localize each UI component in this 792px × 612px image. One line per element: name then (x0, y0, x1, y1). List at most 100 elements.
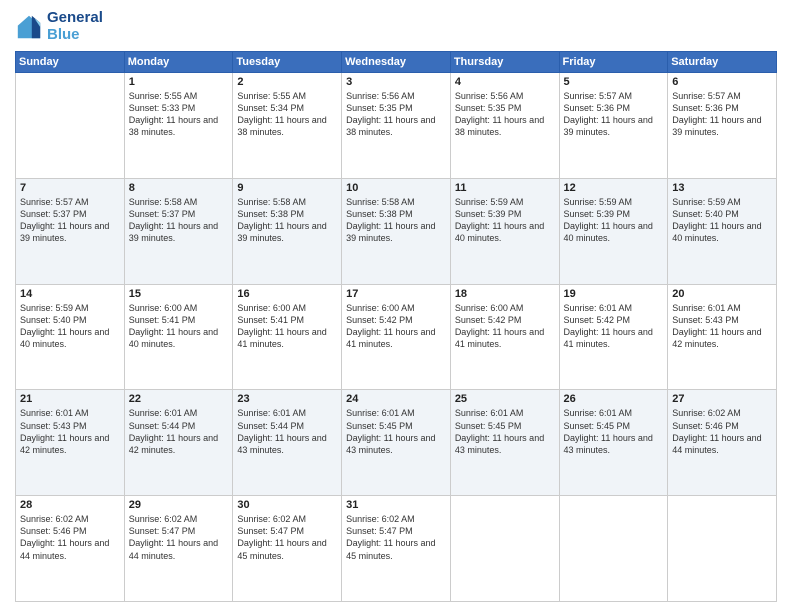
calendar-cell: 10 Sunrise: 5:58 AM Sunset: 5:38 PM Dayl… (342, 178, 451, 284)
calendar-cell: 8 Sunrise: 5:58 AM Sunset: 5:37 PM Dayli… (124, 178, 233, 284)
daylight-text: Daylight: 11 hours and 38 minutes. (129, 115, 218, 137)
sunrise-text: Sunrise: 6:01 AM (237, 408, 306, 418)
sunset-text: Sunset: 5:37 PM (20, 209, 87, 219)
daylight-text: Daylight: 11 hours and 43 minutes. (237, 433, 326, 455)
cell-info: Sunrise: 6:00 AM Sunset: 5:42 PM Dayligh… (346, 302, 446, 351)
day-number: 1 (129, 76, 229, 88)
sunrise-text: Sunrise: 6:02 AM (129, 514, 198, 524)
calendar-header-wednesday: Wednesday (342, 52, 451, 73)
sunset-text: Sunset: 5:45 PM (455, 421, 522, 431)
header: General Blue (15, 10, 777, 43)
cell-info: Sunrise: 6:00 AM Sunset: 5:41 PM Dayligh… (237, 302, 337, 351)
day-number: 28 (20, 499, 120, 511)
day-number: 16 (237, 288, 337, 300)
daylight-text: Daylight: 11 hours and 43 minutes. (564, 433, 653, 455)
daylight-text: Daylight: 11 hours and 44 minutes. (129, 538, 218, 560)
calendar-cell: 18 Sunrise: 6:00 AM Sunset: 5:42 PM Dayl… (450, 284, 559, 390)
cell-info: Sunrise: 5:59 AM Sunset: 5:39 PM Dayligh… (564, 196, 664, 245)
sunrise-text: Sunrise: 6:01 AM (564, 303, 633, 313)
day-number: 12 (564, 182, 664, 194)
calendar-cell: 31 Sunrise: 6:02 AM Sunset: 5:47 PM Dayl… (342, 496, 451, 602)
daylight-text: Daylight: 11 hours and 44 minutes. (20, 538, 109, 560)
calendar-cell: 23 Sunrise: 6:01 AM Sunset: 5:44 PM Dayl… (233, 390, 342, 496)
logo-icon (15, 13, 43, 41)
calendar-cell: 21 Sunrise: 6:01 AM Sunset: 5:43 PM Dayl… (16, 390, 125, 496)
daylight-text: Daylight: 11 hours and 39 minutes. (129, 221, 218, 243)
daylight-text: Daylight: 11 hours and 43 minutes. (455, 433, 544, 455)
daylight-text: Daylight: 11 hours and 40 minutes. (129, 327, 218, 349)
sunset-text: Sunset: 5:47 PM (129, 526, 196, 536)
sunrise-text: Sunrise: 5:57 AM (672, 91, 741, 101)
daylight-text: Daylight: 11 hours and 42 minutes. (672, 327, 761, 349)
sunset-text: Sunset: 5:44 PM (129, 421, 196, 431)
calendar-cell (450, 496, 559, 602)
day-number: 23 (237, 393, 337, 405)
sunset-text: Sunset: 5:35 PM (346, 103, 413, 113)
daylight-text: Daylight: 11 hours and 38 minutes. (237, 115, 326, 137)
daylight-text: Daylight: 11 hours and 43 minutes. (346, 433, 435, 455)
day-number: 19 (564, 288, 664, 300)
day-number: 13 (672, 182, 772, 194)
calendar-cell: 2 Sunrise: 5:55 AM Sunset: 5:34 PM Dayli… (233, 73, 342, 179)
day-number: 2 (237, 76, 337, 88)
daylight-text: Daylight: 11 hours and 45 minutes. (237, 538, 326, 560)
calendar-cell (16, 73, 125, 179)
day-number: 26 (564, 393, 664, 405)
sunrise-text: Sunrise: 5:57 AM (564, 91, 633, 101)
calendar-cell: 7 Sunrise: 5:57 AM Sunset: 5:37 PM Dayli… (16, 178, 125, 284)
cell-info: Sunrise: 6:01 AM Sunset: 5:42 PM Dayligh… (564, 302, 664, 351)
calendar-header-tuesday: Tuesday (233, 52, 342, 73)
day-number: 21 (20, 393, 120, 405)
sunrise-text: Sunrise: 5:58 AM (237, 197, 306, 207)
cell-info: Sunrise: 6:00 AM Sunset: 5:41 PM Dayligh… (129, 302, 229, 351)
sunrise-text: Sunrise: 6:02 AM (346, 514, 415, 524)
sunset-text: Sunset: 5:39 PM (455, 209, 522, 219)
sunset-text: Sunset: 5:33 PM (129, 103, 196, 113)
calendar-week-row: 1 Sunrise: 5:55 AM Sunset: 5:33 PM Dayli… (16, 73, 777, 179)
day-number: 7 (20, 182, 120, 194)
sunset-text: Sunset: 5:43 PM (672, 315, 739, 325)
day-number: 6 (672, 76, 772, 88)
daylight-text: Daylight: 11 hours and 39 minutes. (564, 115, 653, 137)
cell-info: Sunrise: 5:56 AM Sunset: 5:35 PM Dayligh… (455, 90, 555, 139)
calendar-cell: 19 Sunrise: 6:01 AM Sunset: 5:42 PM Dayl… (559, 284, 668, 390)
sunset-text: Sunset: 5:45 PM (564, 421, 631, 431)
cell-info: Sunrise: 5:59 AM Sunset: 5:40 PM Dayligh… (672, 196, 772, 245)
calendar-week-row: 14 Sunrise: 5:59 AM Sunset: 5:40 PM Dayl… (16, 284, 777, 390)
sunset-text: Sunset: 5:41 PM (237, 315, 304, 325)
calendar-week-row: 21 Sunrise: 6:01 AM Sunset: 5:43 PM Dayl… (16, 390, 777, 496)
daylight-text: Daylight: 11 hours and 42 minutes. (129, 433, 218, 455)
sunset-text: Sunset: 5:40 PM (20, 315, 87, 325)
sunset-text: Sunset: 5:44 PM (237, 421, 304, 431)
day-number: 24 (346, 393, 446, 405)
sunset-text: Sunset: 5:42 PM (564, 315, 631, 325)
logo-text: General Blue (47, 10, 103, 43)
cell-info: Sunrise: 6:02 AM Sunset: 5:46 PM Dayligh… (20, 513, 120, 562)
cell-info: Sunrise: 6:02 AM Sunset: 5:46 PM Dayligh… (672, 407, 772, 456)
cell-info: Sunrise: 5:57 AM Sunset: 5:36 PM Dayligh… (672, 90, 772, 139)
calendar-cell (559, 496, 668, 602)
sunset-text: Sunset: 5:46 PM (20, 526, 87, 536)
sunset-text: Sunset: 5:43 PM (20, 421, 87, 431)
calendar-header-friday: Friday (559, 52, 668, 73)
sunrise-text: Sunrise: 5:55 AM (129, 91, 198, 101)
day-number: 27 (672, 393, 772, 405)
calendar-cell: 24 Sunrise: 6:01 AM Sunset: 5:45 PM Dayl… (342, 390, 451, 496)
logo: General Blue (15, 10, 103, 43)
sunrise-text: Sunrise: 6:00 AM (455, 303, 524, 313)
day-number: 22 (129, 393, 229, 405)
calendar-cell: 4 Sunrise: 5:56 AM Sunset: 5:35 PM Dayli… (450, 73, 559, 179)
day-number: 3 (346, 76, 446, 88)
calendar-cell: 20 Sunrise: 6:01 AM Sunset: 5:43 PM Dayl… (668, 284, 777, 390)
calendar-cell: 26 Sunrise: 6:01 AM Sunset: 5:45 PM Dayl… (559, 390, 668, 496)
sunrise-text: Sunrise: 5:58 AM (346, 197, 415, 207)
cell-info: Sunrise: 6:01 AM Sunset: 5:45 PM Dayligh… (346, 407, 446, 456)
sunset-text: Sunset: 5:40 PM (672, 209, 739, 219)
calendar-cell (668, 496, 777, 602)
sunrise-text: Sunrise: 6:02 AM (672, 408, 741, 418)
sunrise-text: Sunrise: 6:01 AM (20, 408, 89, 418)
calendar-header-sunday: Sunday (16, 52, 125, 73)
cell-info: Sunrise: 5:58 AM Sunset: 5:38 PM Dayligh… (346, 196, 446, 245)
daylight-text: Daylight: 11 hours and 42 minutes. (20, 433, 109, 455)
sunrise-text: Sunrise: 6:01 AM (672, 303, 741, 313)
